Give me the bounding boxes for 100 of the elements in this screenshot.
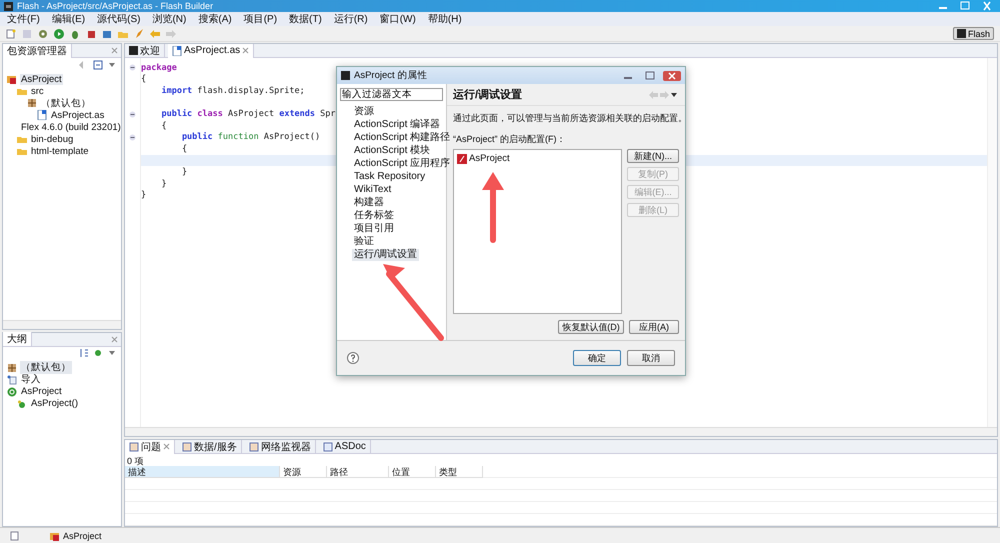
package-icon	[7, 362, 17, 373]
menu-item[interactable]: 项目(P)	[238, 12, 282, 26]
tree-item[interactable]: 导入	[20, 373, 42, 386]
view-tab[interactable]: ASDoc	[318, 440, 371, 454]
cancel-button[interactable]: 取消	[627, 350, 675, 366]
nav-item[interactable]: 资源	[352, 106, 376, 118]
menu-item[interactable]: 浏览(N)	[147, 12, 192, 26]
scrollbar[interactable]	[987, 58, 997, 427]
annotation-arrow	[481, 172, 505, 244]
tree-item[interactable]: Flex 4.6.0 (build 23201)	[20, 122, 121, 132]
restore-button[interactable]: 恢复默认值(D)	[558, 320, 624, 334]
fold-icon	[129, 64, 136, 72]
menu-item[interactable]: 运行(R)	[328, 12, 373, 26]
tree-item[interactable]: （默认包）	[20, 361, 72, 374]
view-tab[interactable]: 大纲	[3, 332, 32, 346]
tree-item[interactable]: html-template	[30, 146, 90, 156]
close-icon	[111, 336, 118, 343]
fold-icon	[129, 110, 136, 118]
nav-item[interactable]: 任务标签	[352, 210, 396, 222]
tree-item[interactable]: AsProject()	[30, 398, 79, 410]
nav-item[interactable]: ActionScript 编译器	[352, 119, 442, 131]
nav-item[interactable]: Task Repository	[352, 171, 428, 183]
new-file-icon	[10, 530, 20, 540]
package-icon	[27, 98, 37, 108]
close-icon[interactable]	[663, 70, 681, 80]
menu-item[interactable]: 源代码(S)	[92, 12, 146, 26]
nav-item[interactable]: 验证	[352, 236, 376, 248]
nav-item[interactable]: ActionScript 模块	[352, 145, 432, 157]
code-line: {	[141, 74, 146, 84]
view-tab[interactable]: 网络监视器	[244, 440, 316, 454]
tree-item[interactable]: （默认包）	[40, 96, 92, 110]
menu-item[interactable]: 编辑(E)	[46, 12, 90, 26]
help-icon	[347, 352, 359, 364]
stop-icon	[86, 28, 96, 38]
tree-item[interactable]: src	[30, 86, 45, 96]
tree-item[interactable]: AsProject	[20, 386, 63, 398]
perspective-button[interactable]: Flash	[952, 27, 994, 40]
folder-icon	[50, 530, 60, 540]
column-header[interactable]: 路径	[327, 466, 389, 478]
nav-item[interactable]: 运行/调试设置	[352, 249, 419, 261]
item-count: 0 项	[126, 455, 145, 466]
arrow-left-icon	[649, 90, 659, 100]
ok-button[interactable]: 确定	[573, 350, 621, 366]
menu-item[interactable]: 数据(T)	[284, 12, 327, 26]
list-item[interactable]: AsProject	[469, 153, 510, 164]
scrollbar[interactable]	[3, 320, 121, 329]
tree-item[interactable]: AsProject	[20, 74, 63, 84]
file-icon	[172, 46, 182, 56]
view-icon	[322, 442, 333, 452]
nav-item[interactable]: 构建器	[352, 197, 386, 209]
view-icon	[248, 442, 259, 452]
code-line: import flash.display.Sprite;	[160, 86, 305, 96]
page-title: 运行/调试设置	[453, 88, 524, 102]
window-title: Flash - AsProject/src/AsProject.as - Flash Builder	[17, 1, 214, 11]
fold-icon	[129, 134, 136, 141]
action-button[interactable]: 新建(N)...	[627, 149, 679, 163]
view-tab[interactable]: 问题	[125, 440, 175, 454]
menu-item[interactable]: 文件(F)	[2, 12, 45, 26]
nav-item[interactable]: ActionScript 应用程序	[352, 158, 452, 170]
play-icon	[54, 28, 64, 38]
close-icon	[111, 47, 118, 54]
column-header[interactable]: 位置	[389, 466, 436, 478]
arrow-right-icon	[659, 90, 669, 100]
editor-tab[interactable]: 欢迎	[125, 44, 165, 58]
code-line: }	[160, 178, 167, 189]
column-header[interactable]: 描述	[125, 466, 280, 478]
column-header[interactable]: 资源	[280, 466, 327, 478]
nav-item[interactable]: WikiText	[352, 184, 394, 196]
app-logo-icon	[4, 2, 13, 10]
column-header[interactable]: 类型	[436, 466, 483, 478]
method-icon	[17, 398, 27, 409]
menu-item[interactable]: 搜索(A)	[193, 12, 237, 26]
view-tab[interactable]: 包资源管理器	[3, 44, 72, 58]
file-icon	[37, 110, 47, 120]
tree-item[interactable]: AsProject.as	[50, 110, 106, 120]
description: 通过此页面，可以管理与当前所选资源相关联的启动配置。	[453, 112, 679, 125]
code-line: }	[180, 167, 188, 178]
menu-item[interactable]: 窗口(W)	[374, 12, 421, 26]
filter-field[interactable]: 输入过滤器文本	[340, 88, 443, 101]
status-text: AsProject	[63, 530, 102, 540]
scrollbar[interactable]	[125, 427, 997, 436]
tree-item[interactable]: bin-debug	[30, 134, 74, 144]
arrow-right-icon	[166, 28, 176, 38]
editor-tab[interactable]: AsProject.as	[168, 44, 254, 58]
new-file-icon	[6, 28, 16, 38]
app-logo-icon	[341, 71, 350, 80]
dot-icon	[93, 348, 103, 358]
view-icon	[182, 442, 192, 452]
apply-button[interactable]: 应用(A)	[629, 320, 679, 334]
nav-item[interactable]: ActionScript 构建路径	[352, 132, 452, 144]
app-logo-icon	[956, 29, 966, 38]
code-line: {	[160, 120, 167, 131]
menu-item[interactable]: 帮助(H)	[422, 12, 467, 26]
collapse-icon	[93, 60, 103, 70]
app-logo-icon	[129, 46, 138, 55]
code-line: }	[141, 190, 146, 200]
view-tab[interactable]: 数据/服务	[178, 440, 242, 454]
nav-item[interactable]: 项目引用	[352, 223, 396, 235]
close-icon	[242, 47, 250, 54]
arrow-left-icon	[150, 28, 160, 38]
